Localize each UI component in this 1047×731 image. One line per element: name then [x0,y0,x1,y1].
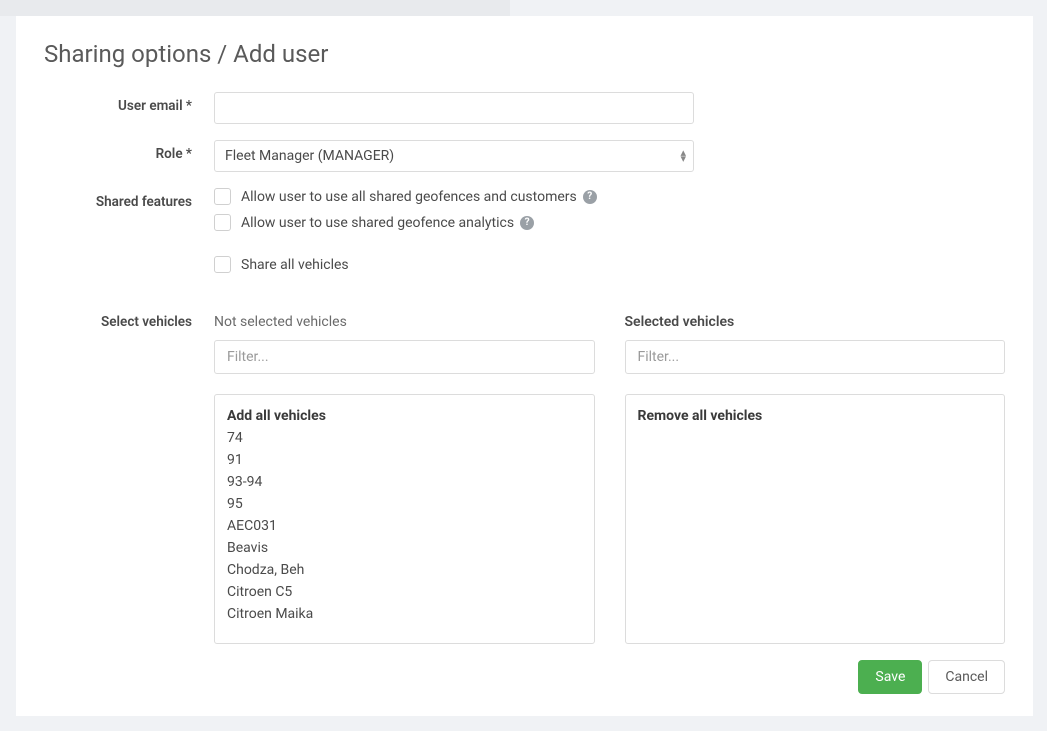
role-select-wrap: Fleet Manager (MANAGER) ▴▾ [214,140,694,172]
selected-filter-input[interactable] [625,340,1006,374]
label-role: Role * [44,140,214,162]
wrap-role: Fleet Manager (MANAGER) ▴▾ [214,140,694,172]
footer-actions: Save Cancel [858,660,1005,694]
list-item[interactable]: Beavis [215,537,594,559]
cancel-button[interactable]: Cancel [928,660,1005,694]
help-icon[interactable]: ? [520,216,534,230]
checkbox-row-geofences: Allow user to use all shared geofences a… [214,188,1005,205]
help-icon[interactable]: ? [583,190,597,204]
remove-all-vehicles[interactable]: Remove all vehicles [626,405,1005,427]
checkbox-row-analytics: Allow user to use shared geofence analyt… [214,214,1005,231]
sharing-options-modal: Sharing options / Add user User email * … [16,16,1033,716]
not-selected-column: Not selected vehicles Add all vehicles 7… [214,314,595,644]
list-item[interactable]: 91 [215,449,594,471]
checkbox-share-all-label: Share all vehicles [241,257,349,273]
add-all-vehicles[interactable]: Add all vehicles [215,405,594,427]
user-email-input[interactable] [214,92,694,124]
shared-features-group: Allow user to use all shared geofences a… [214,188,1005,282]
checkbox-share-all[interactable] [214,256,231,273]
selected-header: Selected vehicles [625,314,1006,330]
wrap-user-email [214,92,694,124]
row-role: Role * Fleet Manager (MANAGER) ▴▾ [44,140,1005,172]
vehicles-section: Select vehicles Not selected vehicles Ad… [44,314,1005,644]
list-item[interactable]: 95 [215,493,594,515]
list-item[interactable]: Chodza, Beh [215,559,594,581]
checkbox-geofences-label: Allow user to use all shared geofences a… [241,189,577,205]
not-selected-listbox[interactable]: Add all vehicles 749193-9495AEC031Beavis… [214,394,595,644]
label-shared-features: Shared features [44,188,214,210]
checkbox-geofences[interactable] [214,188,231,205]
label-select-vehicles: Select vehicles [44,314,214,330]
backdrop-strip [0,0,510,16]
page-title: Sharing options / Add user [44,40,1005,68]
checkbox-row-shareall: Share all vehicles [214,256,1005,273]
not-selected-filter-input[interactable] [214,340,595,374]
save-button[interactable]: Save [858,660,922,694]
list-item[interactable]: 74 [215,427,594,449]
label-user-email: User email * [44,92,214,114]
list-item[interactable]: Citroen Maika [215,603,594,625]
list-item[interactable]: AEC031 [215,515,594,537]
row-shared-features: Shared features Allow user to use all sh… [44,188,1005,282]
checkbox-analytics[interactable] [214,214,231,231]
not-selected-header: Not selected vehicles [214,314,595,330]
role-select[interactable]: Fleet Manager (MANAGER) [214,140,694,172]
list-item[interactable]: 93-94 [215,471,594,493]
selected-listbox[interactable]: Remove all vehicles [625,394,1006,644]
list-item[interactable]: Citroen C5 [215,581,594,603]
vehicles-columns: Not selected vehicles Add all vehicles 7… [214,314,1005,644]
checkbox-analytics-label: Allow user to use shared geofence analyt… [241,215,514,231]
selected-column: Selected vehicles Remove all vehicles [625,314,1006,644]
row-user-email: User email * [44,92,1005,124]
